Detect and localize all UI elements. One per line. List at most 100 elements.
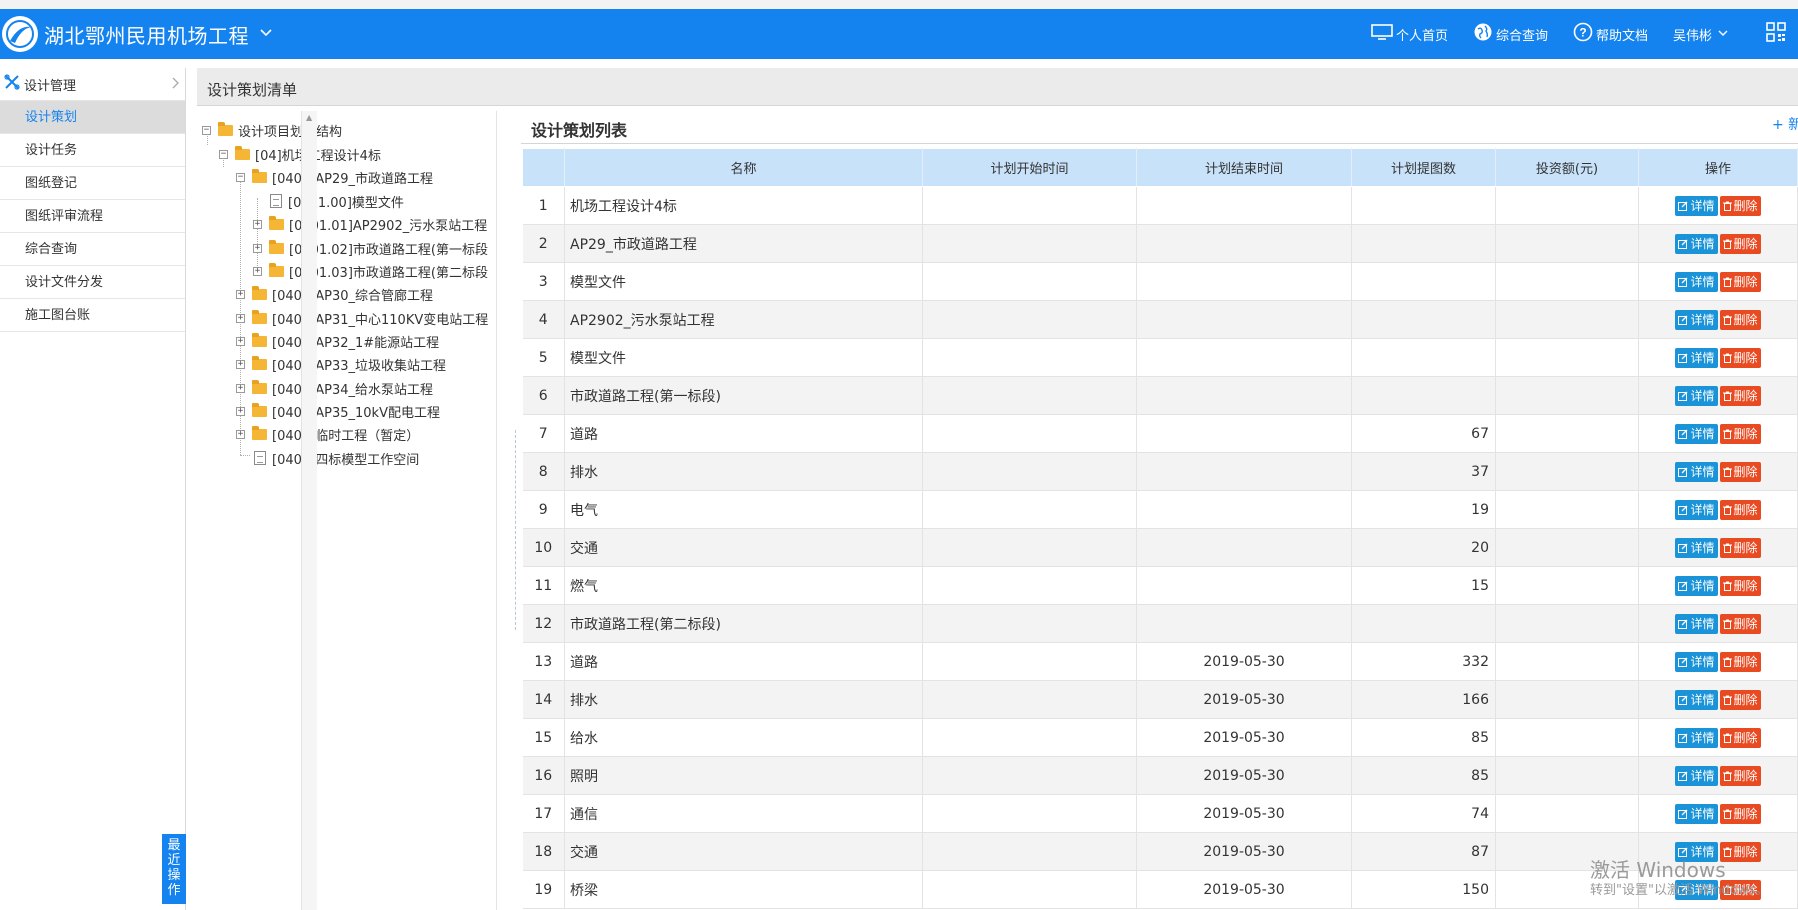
column-header-start[interactable]: 计划开始时间 [922,148,1137,187]
delete-button[interactable]: 删除 [1719,727,1761,748]
expand-toggle-icon[interactable]: + [236,406,245,416]
detail-button[interactable]: 详情 [1675,385,1718,406]
table-row[interactable]: 17 通信 2019-05-30 74 详情 删除 [522,794,1798,833]
delete-button[interactable]: 删除 [1719,613,1761,634]
delete-button[interactable]: 删除 [1719,271,1761,292]
delete-button[interactable]: 删除 [1719,233,1761,254]
tree-scrollbar[interactable]: ▲ [301,111,317,910]
table-row[interactable]: 14 排水 2019-05-30 166 详情 删除 [522,680,1798,719]
delete-button[interactable]: 删除 [1719,309,1761,330]
detail-button[interactable]: 详情 [1675,423,1718,444]
tree-node-0405[interactable]: + [0405]AP33_垃圾收集站工程 [236,353,446,375]
nav-home[interactable]: 个人首页 [1371,24,1448,44]
delete-button[interactable]: 删除 [1719,385,1761,406]
detail-button[interactable]: 详情 [1675,803,1718,824]
table-row[interactable]: 5 模型文件 详情 删除 [522,338,1798,377]
sidebar-item-construction-ledger[interactable]: 施工图台账 [0,299,185,332]
sidebar-item-design-planning[interactable]: 设计策划 [0,101,185,134]
tree-node-0403[interactable]: + [0403]AP31_中心110KV变电站工程 [236,307,488,329]
tree-node-0401-03[interactable]: + [0401.03]市政道路工程(第二标段 [253,260,488,282]
delete-button[interactable]: 删除 [1719,537,1761,558]
tree-node-0402[interactable]: + [0402]AP30_综合管廊工程 [236,283,433,305]
detail-button[interactable]: 详情 [1675,727,1718,748]
chevron-down-icon[interactable] [259,27,273,41]
table-row[interactable]: 10 交通 20 详情 删除 [522,528,1798,567]
qrcode-icon[interactable] [1766,22,1786,46]
delete-button[interactable]: 删除 [1719,575,1761,596]
detail-button[interactable]: 详情 [1675,233,1718,254]
delete-button[interactable]: 删除 [1719,689,1761,710]
tree-node-0406[interactable]: + [0406]AP34_给水泵站工程 [236,377,433,399]
table-row[interactable]: 1 机场工程设计4标 详情 删除 [522,186,1798,225]
expand-toggle-icon[interactable]: + [236,336,245,346]
sidebar-item-general-query[interactable]: 综合查询 [0,233,185,266]
expand-toggle-icon[interactable]: + [236,383,245,393]
column-header-end[interactable]: 计划结束时间 [1136,148,1352,187]
tree-node-0401-00[interactable]: [0401.00]模型文件 [270,190,404,212]
table-row[interactable]: 2 AP29_市政道路工程 详情 删除 [522,224,1798,263]
table-row[interactable]: 13 道路 2019-05-30 332 详情 删除 [522,642,1798,681]
expand-toggle-icon[interactable]: + [236,429,245,439]
tree-node-04[interactable]: − [04]机场工程设计4标 [219,143,381,165]
detail-button[interactable]: 详情 [1675,765,1718,786]
column-header-count[interactable]: 计划提图数 [1351,148,1496,187]
delete-button[interactable]: 删除 [1719,423,1761,444]
expand-toggle-icon[interactable]: + [253,219,262,229]
expand-toggle-icon[interactable]: + [236,313,245,323]
expand-toggle-icon[interactable]: + [253,243,262,253]
delete-button[interactable]: 删除 [1719,765,1761,786]
collapse-toggle-icon[interactable]: − [219,149,228,159]
table-row[interactable]: 15 给水 2019-05-30 85 详情 删除 [522,718,1798,757]
table-row[interactable]: 8 排水 37 详情 删除 [522,452,1798,491]
detail-button[interactable]: 详情 [1675,499,1718,520]
detail-button[interactable]: 详情 [1675,689,1718,710]
detail-button[interactable]: 详情 [1675,271,1718,292]
detail-button[interactable]: 详情 [1675,613,1718,634]
delete-button[interactable]: 删除 [1719,499,1761,520]
panel-splitter[interactable] [515,430,518,630]
detail-button[interactable]: 详情 [1675,537,1718,558]
detail-button[interactable]: 详情 [1675,195,1718,216]
detail-button[interactable]: 详情 [1675,575,1718,596]
add-button[interactable]: + 新 [1772,114,1798,134]
recent-operations-tab[interactable]: 最近操作 [162,834,186,904]
table-row[interactable]: 11 燃气 15 详情 删除 [522,566,1798,605]
tree-node-0401[interactable]: − [0401]AP29_市政道路工程 [236,166,433,188]
app-title[interactable]: 湖北鄂州民用机场工程 [44,20,249,49]
column-header-name[interactable]: 名称 [564,148,923,187]
delete-button[interactable]: 删除 [1719,461,1761,482]
user-menu[interactable]: 吴伟彬 [1673,25,1728,44]
table-row[interactable]: 4 AP2902_污水泵站工程 详情 删除 [522,300,1798,339]
table-row[interactable]: 6 市政道路工程(第一标段) 详情 删除 [522,376,1798,415]
table-row[interactable]: 7 道路 67 详情 删除 [522,414,1798,453]
expand-toggle-icon[interactable]: + [236,289,245,299]
table-row[interactable]: 12 市政道路工程(第二标段) 详情 删除 [522,604,1798,643]
detail-button[interactable]: 详情 [1675,461,1718,482]
detail-button[interactable]: 详情 [1675,309,1718,330]
sidebar-item-file-distribution[interactable]: 设计文件分发 [0,266,185,299]
delete-button[interactable]: 删除 [1719,347,1761,368]
sidebar-section-design-management[interactable]: 设计管理 [0,68,185,101]
collapse-toggle-icon[interactable]: − [202,125,211,135]
tree-node-0408[interactable]: + [0408]临时工程（暂定） [236,423,419,445]
collapse-toggle-icon[interactable]: − [236,172,245,182]
tree-node-0407[interactable]: + [0407]AP35_10kV配电工程 [236,400,440,422]
delete-button[interactable]: 删除 [1719,195,1761,216]
nav-query[interactable]: 综合查询 [1473,22,1548,46]
expand-toggle-icon[interactable]: + [236,359,245,369]
delete-button[interactable]: 删除 [1719,803,1761,824]
detail-button[interactable]: 详情 [1675,651,1718,672]
table-row[interactable]: 3 模型文件 详情 删除 [522,262,1798,301]
column-header-investment[interactable]: 投资额(元) [1495,148,1639,187]
nav-help[interactable]: ? 帮助文档 [1573,22,1648,46]
sidebar-item-drawing-review[interactable]: 图纸评审流程 [0,200,185,233]
tree-node-root[interactable]: − 设计项目划分结构 [202,119,342,141]
tree-node-0401-02[interactable]: + [0401.02]市政道路工程(第一标段 [253,237,488,259]
sidebar-item-drawing-registration[interactable]: 图纸登记 [0,167,185,200]
tree-node-0400[interactable]: [0400]四标模型工作空间 [254,447,419,469]
table-row[interactable]: 16 照明 2019-05-30 85 详情 删除 [522,756,1798,795]
tree-node-0401-01[interactable]: + [0401.01]AP2902_污水泵站工程 [253,213,487,235]
tree-node-0404[interactable]: + [0404]AP32_1#能源站工程 [236,330,439,352]
sidebar-item-design-tasks[interactable]: 设计任务 [0,134,185,167]
detail-button[interactable]: 详情 [1675,347,1718,368]
